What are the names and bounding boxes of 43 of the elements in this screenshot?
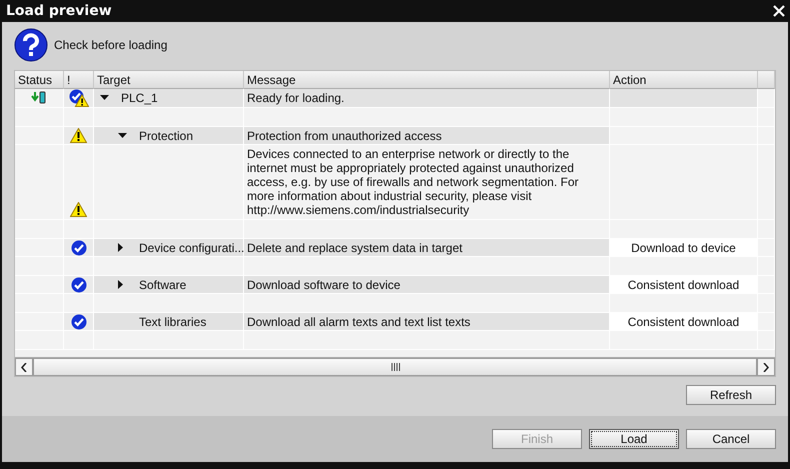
- message-text: Ready for loading.: [247, 91, 344, 105]
- message-text: Delete and replace system data in target: [247, 240, 462, 254]
- table-row[interactable]: PLC_1 Ready for loading.: [15, 89, 775, 108]
- table-row[interactable]: Text libraries Download all alarm texts and text list texts Consistent download: [15, 313, 775, 331]
- collapse-icon[interactable]: [100, 95, 109, 101]
- table-row[interactable]: Software Download software to device Consistent download: [15, 276, 775, 294]
- table-row[interactable]: [15, 145, 775, 220]
- header-text: Check before loading: [54, 38, 168, 52]
- column-header[interactable]: !: [64, 71, 94, 89]
- tree-item[interactable]: Device configurati...: [139, 240, 244, 254]
- dialog-button[interactable]: Cancel: [686, 429, 776, 449]
- chevron-right-icon: [763, 362, 769, 372]
- tree-item[interactable]: Text libraries: [139, 314, 206, 328]
- action-text[interactable]: Consistent download: [628, 314, 740, 328]
- chevron-left-icon: [21, 362, 27, 372]
- column-header[interactable]: Action: [610, 71, 758, 89]
- scroll-thumb[interactable]: [33, 358, 757, 376]
- table-row[interactable]: Device configurati... Delete and replace system data in target Download to device: [15, 239, 775, 257]
- column-header[interactable]: Target: [94, 71, 244, 89]
- scroll-right-button[interactable]: [757, 358, 775, 376]
- message-text: Devices connected to an enterprise network or directly to the internet must be appropriately protected against unauthorized access, e.g. by use of firewalls and network segmentation. For more information about industrial security, please visit http://www.siemens.com/industrialsecurity: [247, 146, 580, 219]
- action-text[interactable]: Download to device: [631, 240, 736, 254]
- collapse-icon[interactable]: [118, 132, 127, 138]
- close-icon[interactable]: [772, 4, 786, 18]
- message-text: Download software to device: [247, 278, 400, 292]
- tree-item[interactable]: Protection: [139, 128, 194, 142]
- column-header[interactable]: Status: [15, 71, 64, 89]
- tree-item[interactable]: Software: [139, 278, 186, 292]
- window-title: Load preview: [6, 3, 112, 19]
- expand-icon[interactable]: [118, 243, 124, 252]
- grip-icon: [390, 363, 400, 371]
- scroll-left-button[interactable]: [15, 358, 33, 376]
- column-header: [758, 71, 775, 89]
- message-text: Download all alarm texts and text list texts: [247, 314, 470, 328]
- dialog-button[interactable]: Load: [589, 429, 679, 449]
- expand-icon[interactable]: [118, 280, 124, 289]
- column-header[interactable]: Message: [244, 71, 610, 89]
- dialog-button[interactable]: Refresh: [686, 385, 776, 405]
- message-text: Protection from unauthorized access: [247, 128, 442, 142]
- action-text[interactable]: Consistent download: [628, 278, 740, 292]
- tree-item[interactable]: PLC_1: [121, 91, 158, 105]
- table-row[interactable]: Protection Protection from unauthorized access: [15, 127, 775, 145]
- question-icon: [14, 28, 48, 62]
